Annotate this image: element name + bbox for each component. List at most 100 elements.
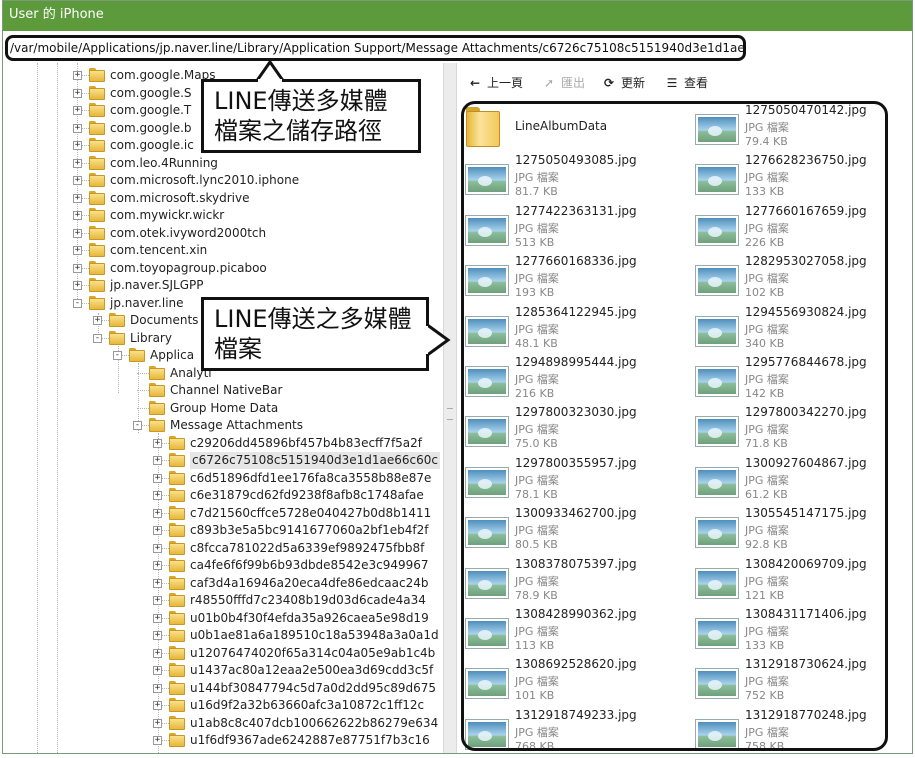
expand-icon[interactable]: + — [153, 718, 162, 728]
path-field[interactable]: /var/mobile/Applications/jp.naver.line/L… — [5, 35, 746, 61]
tree-node[interactable]: + u01b0b4f30f4efda35a926caea5e98d19 — [3, 610, 443, 627]
tree-node[interactable]: + u12076474020f65a314c04a05e9ab1c4b — [3, 645, 443, 662]
file-item[interactable]: 1297800323030.jpg JPG 檔案 75.0 KB — [458, 403, 686, 453]
tree-node[interactable]: + c893b3e5a5bc9141677060a2bf1eb4f2f — [3, 522, 443, 539]
expand-icon[interactable]: + — [73, 263, 82, 273]
tree-node[interactable]: + ca4fe6f6f99b6b93dbde8542e3c949967 — [3, 557, 443, 574]
tree-node[interactable]: + u1ab8c8c407dcb100662622b86279e634 — [3, 715, 443, 732]
file-item[interactable]: 1276628236750.jpg JPG 檔案 133 KB — [688, 151, 912, 201]
expand-icon[interactable]: + — [153, 613, 162, 623]
expand-icon[interactable]: + — [73, 193, 82, 203]
file-item[interactable]: 1294556930824.jpg JPG 檔案 340 KB — [688, 303, 912, 353]
expand-icon[interactable]: + — [73, 246, 82, 255]
folder-icon — [89, 85, 105, 100]
expand-icon[interactable]: + — [73, 176, 82, 185]
expand-icon[interactable]: + — [153, 648, 162, 658]
file-item[interactable]: 1275050493085.jpg JPG 檔案 81.7 KB — [458, 151, 686, 201]
tree-node[interactable]: + com.tencent.xin — [3, 242, 443, 259]
expand-icon[interactable]: + — [153, 701, 162, 710]
file-item[interactable]: 1285364122945.jpg JPG 檔案 48.1 KB — [458, 303, 686, 353]
expand-icon[interactable]: + — [73, 71, 82, 80]
tree-node[interactable]: + jp.naver.SJLGPP — [3, 277, 443, 294]
tree-node[interactable]: + u16d9f2a32b63660afc3a10872c1ff12c — [3, 697, 443, 714]
expand-icon[interactable]: + — [153, 438, 162, 448]
file-item[interactable]: 1277660167659.jpg JPG 檔案 226 KB — [688, 202, 912, 252]
tree-node[interactable]: + c8fcca781022d5a6339ef9892475fbb8f — [3, 540, 443, 557]
tree-node[interactable]: + u144bf30847794c5d7a0d2dd95c89d675 — [3, 680, 443, 697]
folder-item[interactable]: LineAlbumData — [458, 101, 686, 151]
file-item[interactable]: 1277660168336.jpg JPG 檔案 193 KB — [458, 252, 686, 302]
file-item[interactable]: 1277422363131.jpg JPG 檔案 513 KB — [458, 202, 686, 252]
file-item[interactable]: 1312918749233.jpg JPG 檔案 768 KB — [458, 706, 686, 753]
expand-icon[interactable]: + — [153, 631, 162, 640]
file-item[interactable]: 1275050470142.jpg JPG 檔案 79.4 KB — [688, 101, 912, 151]
tree-node[interactable]: + c7d21560cffce5728e040427b0d8b1411 — [3, 505, 443, 522]
tree-node[interactable]: + r48550fffd7c23408b19d03d6cade4a34 — [3, 592, 443, 609]
file-item[interactable]: 1282953027058.jpg JPG 檔案 102 KB — [688, 252, 912, 302]
expand-icon[interactable]: + — [153, 508, 162, 518]
file-item[interactable]: 1295776844678.jpg JPG 檔案 142 KB — [688, 353, 912, 403]
tree-node[interactable]: + u0b1ae81a6a189510c18a53948a3a0a1d — [3, 627, 443, 644]
tree-node[interactable]: + u1f6df9367ade6242887e87751f7b3c16 — [3, 732, 443, 749]
tree-node[interactable]: + com.toyopagroup.picaboo — [3, 260, 443, 277]
expand-icon[interactable]: + — [153, 561, 162, 570]
collapse-icon[interactable]: - — [133, 421, 142, 430]
refresh-button[interactable]: ⟳ 更新 — [602, 74, 645, 92]
expand-icon[interactable]: + — [73, 106, 82, 115]
expand-icon[interactable]: + — [153, 596, 162, 605]
expand-icon[interactable]: + — [153, 456, 162, 465]
tree-node[interactable]: + com.microsoft.lync2010.iphone — [3, 172, 443, 189]
file-item[interactable]: 1312918770248.jpg JPG 檔案 758 KB — [688, 706, 912, 753]
file-item[interactable]: 1297800342270.jpg JPG 檔案 71.8 KB — [688, 403, 912, 453]
expand-icon[interactable]: + — [153, 473, 162, 483]
tree-node[interactable]: + com.leo.4Running — [3, 155, 443, 172]
file-item[interactable]: 1308420069709.jpg JPG 檔案 121 KB — [688, 555, 912, 605]
expand-icon[interactable]: + — [73, 158, 82, 168]
file-item[interactable]: 1308692528620.jpg JPG 檔案 101 KB — [458, 655, 686, 705]
expand-icon[interactable]: + — [73, 228, 82, 238]
expand-icon[interactable]: + — [73, 211, 82, 220]
tree-node[interactable]: + com.mywickr.wickr — [3, 207, 443, 224]
tree-node[interactable]: + caf3d4a16946a20eca4dfe86edcaac24b — [3, 575, 443, 592]
expand-icon[interactable]: + — [153, 683, 162, 693]
expand-icon[interactable]: + — [153, 491, 162, 500]
file-item[interactable]: 1300927604867.jpg JPG 檔案 61.2 KB — [688, 454, 912, 504]
back-button[interactable]: ← 上一頁 — [468, 74, 523, 92]
file-item[interactable]: 1297800355957.jpg JPG 檔案 78.1 KB — [458, 454, 686, 504]
tree-node[interactable]: + com.microsoft.skydrive — [3, 190, 443, 207]
expand-icon[interactable]: + — [153, 543, 162, 553]
expand-icon[interactable]: + — [73, 141, 82, 150]
tree-node[interactable]: Channel NativeBar — [3, 382, 443, 399]
expand-icon[interactable]: + — [153, 736, 162, 745]
tree-node[interactable]: + c6726c75108c5151940d3e1d1ae66c60c — [3, 452, 443, 469]
collapse-icon[interactable]: - — [113, 351, 122, 360]
tree-node[interactable]: Group Home Data — [3, 400, 443, 417]
file-item[interactable]: 1312918730624.jpg JPG 檔案 752 KB — [688, 655, 912, 705]
file-item[interactable]: 1308378075397.jpg JPG 檔案 78.9 KB — [458, 555, 686, 605]
tree-node[interactable]: - Message Attachments — [3, 417, 443, 434]
tree-node[interactable]: + c6d51896dfd1ee176fa8ca3558b88e87e — [3, 470, 443, 487]
tree-node[interactable]: + com.otek.ivyword2000tch — [3, 225, 443, 242]
expand-icon[interactable]: + — [73, 281, 82, 290]
expand-icon[interactable]: + — [153, 526, 162, 535]
view-button[interactable]: ☰ 查看 — [665, 74, 708, 92]
expand-icon[interactable]: + — [153, 666, 162, 675]
tree-node[interactable]: + u1437ac80a12eaa2e500ea3d69cdd3c5f — [3, 662, 443, 679]
tree-node[interactable]: + c6e31879cd62fd9238f8afb8c1748afae — [3, 487, 443, 504]
expand-icon[interactable]: + — [73, 123, 82, 133]
expand-icon[interactable]: + — [153, 578, 162, 588]
file-item[interactable]: 1300933462700.jpg JPG 檔案 80.5 KB — [458, 504, 686, 554]
export-button[interactable]: ➚ 匯出 — [542, 74, 585, 92]
expand-icon[interactable]: + — [73, 88, 82, 98]
tree-node[interactable]: + c29206dd45896bf457b4b83ecff7f5a2f — [3, 435, 443, 452]
expand-icon[interactable]: + — [93, 316, 102, 325]
file-item[interactable]: 1308428990362.jpg JPG 檔案 113 KB — [458, 605, 686, 655]
file-item[interactable]: 1308431171406.jpg JPG 檔案 133 KB — [688, 605, 912, 655]
file-grid[interactable]: LineAlbumData 1275050470142.jpg JPG 檔案 79.… — [458, 101, 912, 753]
file-item[interactable]: 1305545147175.jpg JPG 檔案 92.8 KB — [688, 504, 912, 554]
file-item[interactable]: 1294898995444.jpg JPG 檔案 216 KB — [458, 353, 686, 403]
pane-splitter[interactable] — [443, 63, 457, 753]
folder-tree[interactable]: + com.google.Maps + com.google.S + com.google… — [3, 63, 443, 753]
collapse-icon[interactable]: - — [73, 298, 82, 308]
collapse-icon[interactable]: - — [93, 333, 102, 343]
